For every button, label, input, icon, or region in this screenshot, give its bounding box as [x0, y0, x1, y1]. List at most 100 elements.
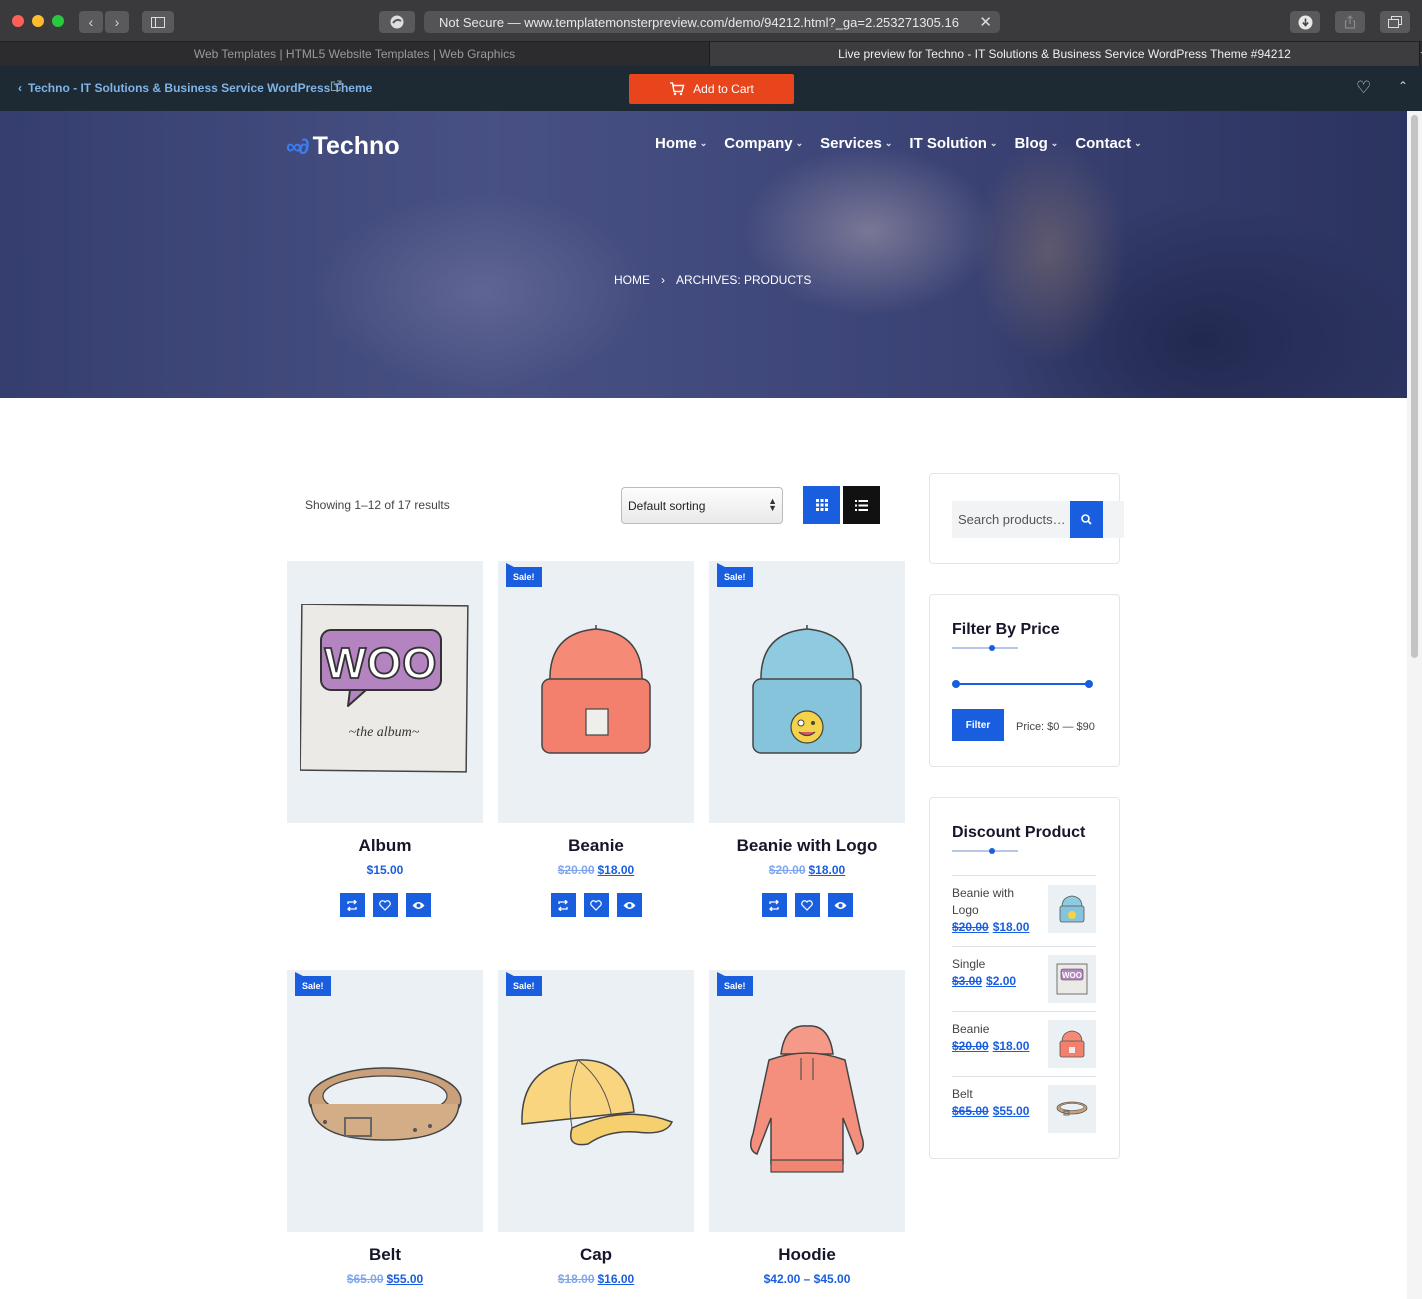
product-card-beanie-with-logo: Sale! Beanie with Logo $20.00 $18.00 — [709, 561, 905, 917]
chevron-down-icon: ⌄ — [699, 138, 708, 148]
product-image-album[interactable]: WOO ~the album~ — [287, 561, 483, 823]
minimize-window-button[interactable] — [32, 15, 44, 27]
downloads-icon[interactable] — [1290, 11, 1320, 33]
menu-item-home[interactable]: Home ⌄ — [655, 135, 707, 152]
cap-image — [521, 1059, 673, 1146]
belt-image — [308, 1067, 462, 1141]
stop-loading-icon[interactable]: ✕ — [979, 13, 992, 31]
current-price: $55.00 — [992, 1104, 1030, 1118]
beanie-thumb-image[interactable] — [1048, 1020, 1096, 1068]
product-image-hoodie[interactable]: Sale! — [709, 970, 905, 1232]
compare-icon[interactable] — [550, 893, 576, 917]
wishlist-heart-icon[interactable] — [583, 893, 609, 917]
product-name[interactable]: Cap — [498, 1245, 694, 1265]
list-view-button[interactable] — [843, 486, 880, 524]
menu-item-services[interactable]: Services ⌄ — [820, 135, 892, 152]
tab-live-preview[interactable]: Live preview for Techno - IT Solutions &… — [710, 42, 1420, 66]
old-price: $65.00 — [952, 1104, 989, 1118]
sale-badge: Sale! — [506, 972, 542, 996]
chevron-down-icon: ⌄ — [884, 138, 893, 148]
product-card-belt: Sale! Belt $65.00 $55.00 — [287, 970, 483, 1286]
tab-web-templates[interactable]: Web Templates | HTML5 Website Templates … — [0, 42, 710, 66]
product-name[interactable]: Belt — [287, 1245, 483, 1265]
browser-toolbar: ‹ › Not Secure — www.templatemonsterprev… — [0, 0, 1422, 42]
slider-min-handle[interactable] — [952, 680, 960, 688]
back-link-label: Techno - IT Solutions & Business Service… — [28, 81, 373, 95]
search-input[interactable] — [952, 501, 1070, 538]
menu-label: Services — [820, 135, 882, 152]
quick-view-eye-icon[interactable] — [616, 893, 642, 917]
widget-title: Filter By Price — [952, 621, 1060, 638]
breadcrumb-home-link[interactable]: HOME — [614, 273, 650, 287]
search-button[interactable] — [1070, 501, 1103, 538]
tab-overview-icon[interactable] — [1380, 11, 1410, 33]
main-menu: Home ⌄ Company ⌄ Services ⌄ IT Solution ⌄ Bl… — [655, 135, 1142, 152]
wishlist-heart-icon[interactable] — [372, 893, 398, 917]
close-window-button[interactable] — [12, 15, 24, 27]
breadcrumb: HOME › ARCHIVES: PRODUCTS — [614, 273, 811, 287]
discount-item-name[interactable]: Single — [952, 956, 1040, 973]
product-name[interactable]: Beanie with Logo — [709, 836, 905, 856]
zoom-window-button[interactable] — [52, 15, 64, 27]
current-price: $16.00 — [597, 1272, 635, 1286]
grid-view-button[interactable] — [803, 486, 840, 524]
product-name[interactable]: Beanie — [498, 836, 694, 856]
menu-item-company[interactable]: Company ⌄ — [724, 135, 803, 152]
compare-icon[interactable] — [339, 893, 365, 917]
quick-view-eye-icon[interactable] — [827, 893, 853, 917]
product-name[interactable]: Album — [287, 836, 483, 856]
search-widget — [929, 473, 1124, 564]
product-image-cap[interactable]: Sale! — [498, 970, 694, 1232]
list-item[interactable]: Single $3.00 $2.00 WOO — [952, 946, 1096, 1011]
menu-item-blog[interactable]: Blog ⌄ — [1014, 135, 1058, 152]
discount-product-widget: Discount Product Beanie with Logo $20.00… — [929, 797, 1120, 1159]
page-scrollbar[interactable] — [1407, 111, 1422, 1299]
chevron-left-icon: ‹ — [18, 81, 22, 95]
price-slider[interactable] — [952, 680, 1093, 688]
beanie-logo-thumb-image[interactable] — [1048, 885, 1096, 933]
wishlist-heart-icon[interactable] — [794, 893, 820, 917]
sidebar-toggle-icon[interactable] — [142, 11, 174, 33]
share-icon[interactable] — [1335, 11, 1365, 33]
product-image-beanie[interactable]: Sale! — [498, 561, 694, 823]
menu-item-contact[interactable]: Contact ⌄ — [1075, 135, 1141, 152]
slider-max-handle[interactable] — [1085, 680, 1093, 688]
product-name[interactable]: Hoodie — [709, 1245, 905, 1265]
product-image-beanie-with-logo[interactable]: Sale! — [709, 561, 905, 823]
chevron-down-icon: ⌄ — [795, 138, 804, 148]
belt-thumb-image[interactable] — [1048, 1085, 1096, 1133]
site-logo[interactable]: ∞∂ Techno — [286, 132, 400, 161]
sort-selected-value: Default sorting — [628, 498, 706, 513]
quick-view-eye-icon[interactable] — [405, 893, 431, 917]
menu-label: Blog — [1014, 135, 1048, 152]
forward-icon[interactable]: › — [105, 11, 129, 33]
add-to-cart-button[interactable]: Add to Cart — [629, 74, 794, 104]
sort-select[interactable]: Default sorting ▲ ▼ — [621, 487, 783, 524]
old-price: $20.00 — [952, 920, 989, 934]
list-item[interactable]: Beanie with Logo $20.00 $18.00 — [952, 875, 1096, 946]
old-price: $3.00 — [952, 974, 983, 988]
menu-item-it-solution[interactable]: IT Solution ⌄ — [909, 135, 997, 152]
cart-icon — [670, 82, 685, 96]
external-link-icon[interactable] — [330, 80, 342, 95]
collapse-bar-icon[interactable]: ⌃ — [1398, 79, 1408, 93]
back-to-product-link[interactable]: ‹ Techno - IT Solutions & Business Servic… — [18, 81, 372, 95]
scrollbar-thumb[interactable] — [1411, 115, 1418, 658]
discount-item-name[interactable]: Beanie with Logo — [952, 885, 1040, 919]
current-price: $18.00 — [992, 1039, 1030, 1053]
favorite-heart-icon[interactable]: ♡ — [1356, 78, 1371, 98]
address-bar[interactable]: Not Secure — www.templatemonsterpreview.… — [424, 11, 1000, 33]
svg-text:~the album~: ~the album~ — [349, 725, 420, 740]
filter-button[interactable]: Filter — [952, 709, 1004, 741]
list-item[interactable]: Belt $65.00 $55.00 — [952, 1076, 1096, 1141]
current-price: $42.00 – $45.00 — [763, 1272, 851, 1286]
compare-icon[interactable] — [761, 893, 787, 917]
discount-item-name[interactable]: Belt — [952, 1086, 1040, 1103]
extension-icon[interactable] — [379, 11, 415, 33]
tab-bar: Web Templates | HTML5 Website Templates … — [0, 42, 1422, 66]
discount-item-name[interactable]: Beanie — [952, 1021, 1040, 1038]
album-thumb-image[interactable]: WOO — [1048, 955, 1096, 1003]
back-icon[interactable]: ‹ — [79, 11, 103, 33]
product-image-belt[interactable]: Sale! — [287, 970, 483, 1232]
list-item[interactable]: Beanie $20.00 $18.00 — [952, 1011, 1096, 1076]
